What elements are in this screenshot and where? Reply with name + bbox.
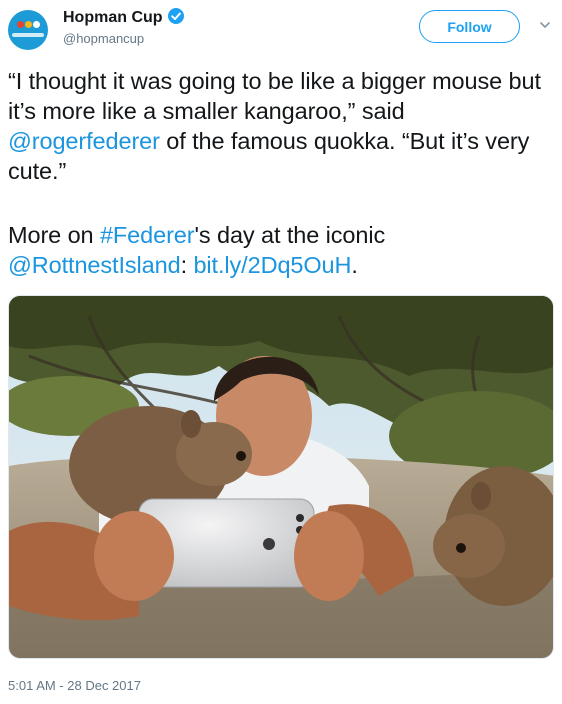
tweet-text-segment: . (351, 252, 358, 278)
account-avatar[interactable] (8, 10, 48, 50)
tweet-paragraph-more: More on #Federer's day at the iconic @Ro… (8, 220, 556, 280)
account-name-block: Hopman Cup @hopmancup (63, 8, 184, 48)
verified-badge-icon (167, 8, 184, 24)
logo-dot-yellow (25, 21, 32, 28)
follow-button[interactable]: Follow (419, 10, 520, 43)
mention-rottnestisland[interactable]: @RottnestIsland (8, 252, 181, 278)
logo-wordmark (12, 33, 44, 37)
tweet-text-segment: More on (8, 222, 100, 248)
logo-dot-red (17, 21, 24, 28)
tweet-photo[interactable] (8, 295, 554, 659)
tweet-text-segment: : (180, 252, 194, 278)
tweet-text-segment: “I thought it was going to be like a big… (8, 68, 541, 124)
hashtag-federer[interactable]: #Federer (100, 222, 195, 248)
tweet-header: Hopman Cup @hopmancup Follow (0, 0, 562, 60)
tweet-url-link[interactable]: bit.ly/2Dq5OuH (193, 252, 351, 278)
quokka-selfie-photo (9, 296, 553, 658)
tweet-paragraph-quote: “I thought it was going to be like a big… (8, 66, 556, 186)
chevron-down-icon[interactable] (538, 18, 552, 32)
tweet-text: “I thought it was going to be like a big… (8, 66, 556, 280)
mention-rogerfederer[interactable]: @rogerfederer (8, 128, 160, 154)
logo-dot-white (33, 21, 40, 28)
tweet-text-segment: 's day at the iconic (194, 222, 386, 248)
display-name-row[interactable]: Hopman Cup (63, 8, 184, 28)
account-handle[interactable]: @hopmancup (63, 30, 184, 48)
tweet-timestamp[interactable]: 5:01 AM - 28 Dec 2017 (8, 678, 141, 693)
display-name[interactable]: Hopman Cup (63, 9, 163, 26)
